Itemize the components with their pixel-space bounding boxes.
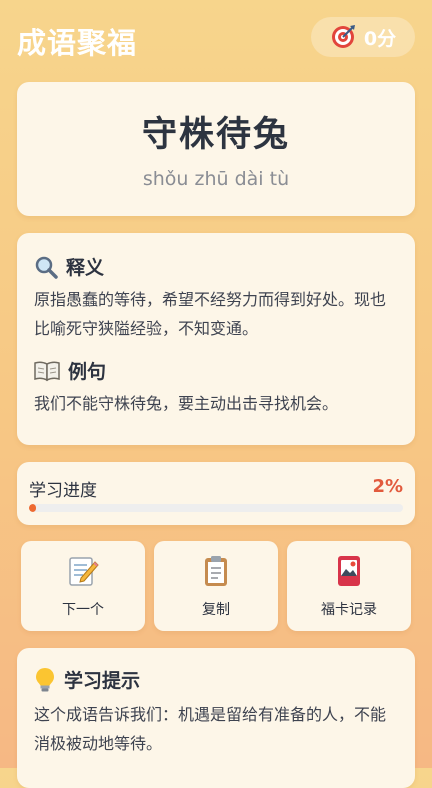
example-text: 我们不能守株待兔，要主动出击寻找机会。 bbox=[34, 394, 339, 413]
app-title: 成语聚福 bbox=[17, 26, 138, 60]
progress-fill bbox=[29, 504, 37, 512]
next-button-label: 下一个 bbox=[62, 602, 104, 618]
score-badge[interactable]: 0分 bbox=[311, 17, 415, 57]
tip-title-text: 学习提示 bbox=[64, 670, 141, 692]
progress-label: 学习进度 bbox=[29, 481, 97, 501]
example-title-text: 例句 bbox=[68, 361, 107, 383]
open-book-icon bbox=[34, 360, 60, 381]
magnifier-icon bbox=[35, 256, 58, 279]
copy-button-label: 复制 bbox=[202, 602, 230, 618]
target-icon bbox=[331, 25, 355, 48]
card-record-button[interactable]: 福卡记录 bbox=[287, 541, 411, 631]
card-icon bbox=[338, 556, 360, 586]
idiom-text: 守株待兔 bbox=[141, 115, 290, 155]
copy-button[interactable]: 复制 bbox=[154, 541, 278, 631]
idiom-card: 守株待兔 shǒu zhū dài tù bbox=[17, 82, 415, 216]
progress-track bbox=[29, 504, 403, 512]
progress-percent: 2% bbox=[372, 476, 403, 497]
action-buttons: 下一个 复制 福卡记录 bbox=[21, 541, 411, 631]
clipboard-icon bbox=[205, 556, 227, 586]
progress-card: 学习进度 2% bbox=[17, 462, 415, 525]
lightbulb-icon bbox=[36, 667, 54, 691]
meaning-card: 释义 原指愚蠢的等待，希望不经努力而得到好处。现也比喻死守狭隘经验，不知变通。 … bbox=[17, 233, 415, 445]
tip-title: 学习提示 bbox=[34, 666, 140, 693]
example-title: 例句 bbox=[34, 357, 106, 384]
card-record-button-label: 福卡记录 bbox=[321, 602, 377, 618]
tip-card: 学习提示 这个成语告诉我们：机遇是留给有准备的人，不能消极被动地等待。 bbox=[17, 648, 415, 788]
meaning-title-text: 释义 bbox=[66, 257, 105, 279]
app-root: 成语聚福 0分 守株待兔 shǒu zhū dài tù 释义 原指愚蠢的等待，… bbox=[0, 0, 432, 788]
idiom-pinyin: shǒu zhū dài tù bbox=[142, 168, 290, 190]
meaning-title: 释义 bbox=[34, 253, 104, 280]
meaning-text: 原指愚蠢的等待，希望不经努力而得到好处。现也比喻死守狭隘经验，不知变通。 bbox=[34, 290, 387, 338]
header: 成语聚福 0分 bbox=[17, 14, 415, 62]
memo-pencil-icon bbox=[69, 557, 99, 586]
tip-text: 这个成语告诉我们：机遇是留给有准备的人，不能消极被动地等待。 bbox=[34, 705, 387, 753]
score-value: 0分 bbox=[363, 27, 397, 50]
next-button[interactable]: 下一个 bbox=[21, 541, 145, 631]
